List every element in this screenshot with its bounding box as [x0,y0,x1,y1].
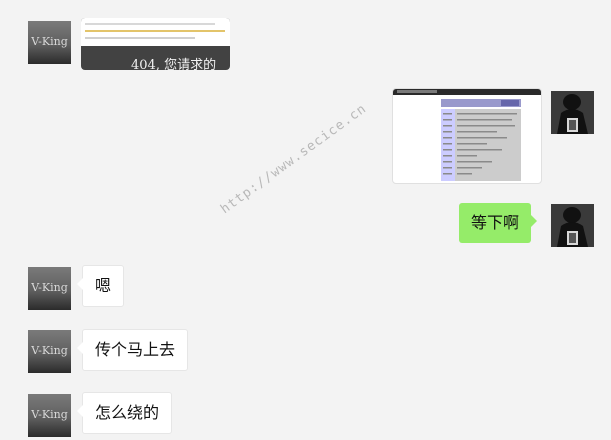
message-bubble-self[interactable]: 等下啊 [459,203,538,243]
self-avatar[interactable] [551,91,594,134]
screenshot-error-text: 404, 您请求的 [131,58,217,70]
chat-window: V-King 404, 您请求的 等下啊 V-King 嗯 V-King 传个马… [0,0,611,440]
contact-avatar[interactable]: V-King [28,21,71,64]
avatar-label: V-King [31,281,68,294]
php-info-thumbnail [393,89,541,181]
screenshot-browser-bar [81,18,230,46]
contact-avatar[interactable]: V-King [28,267,71,310]
person-silhouette-icon [551,204,594,247]
avatar-label: V-King [31,344,68,357]
message-bubble-contact[interactable]: 传个马上去 [76,329,189,371]
message-bubble-contact[interactable]: 怎么绕的 [76,392,173,434]
self-avatar[interactable] [551,204,594,247]
avatar-label: V-King [31,35,68,48]
person-silhouette-icon [551,91,594,134]
message-bubble-contact[interactable]: 嗯 [76,265,125,307]
contact-avatar[interactable]: V-King [28,330,71,373]
contact-avatar[interactable]: V-King [28,394,71,437]
image-message-php-info[interactable] [392,88,542,184]
avatar-label: V-King [31,408,68,421]
image-message-404-screenshot[interactable]: 404, 您请求的 [81,18,230,70]
watermark-text: http://www.secice.cn [218,101,370,218]
